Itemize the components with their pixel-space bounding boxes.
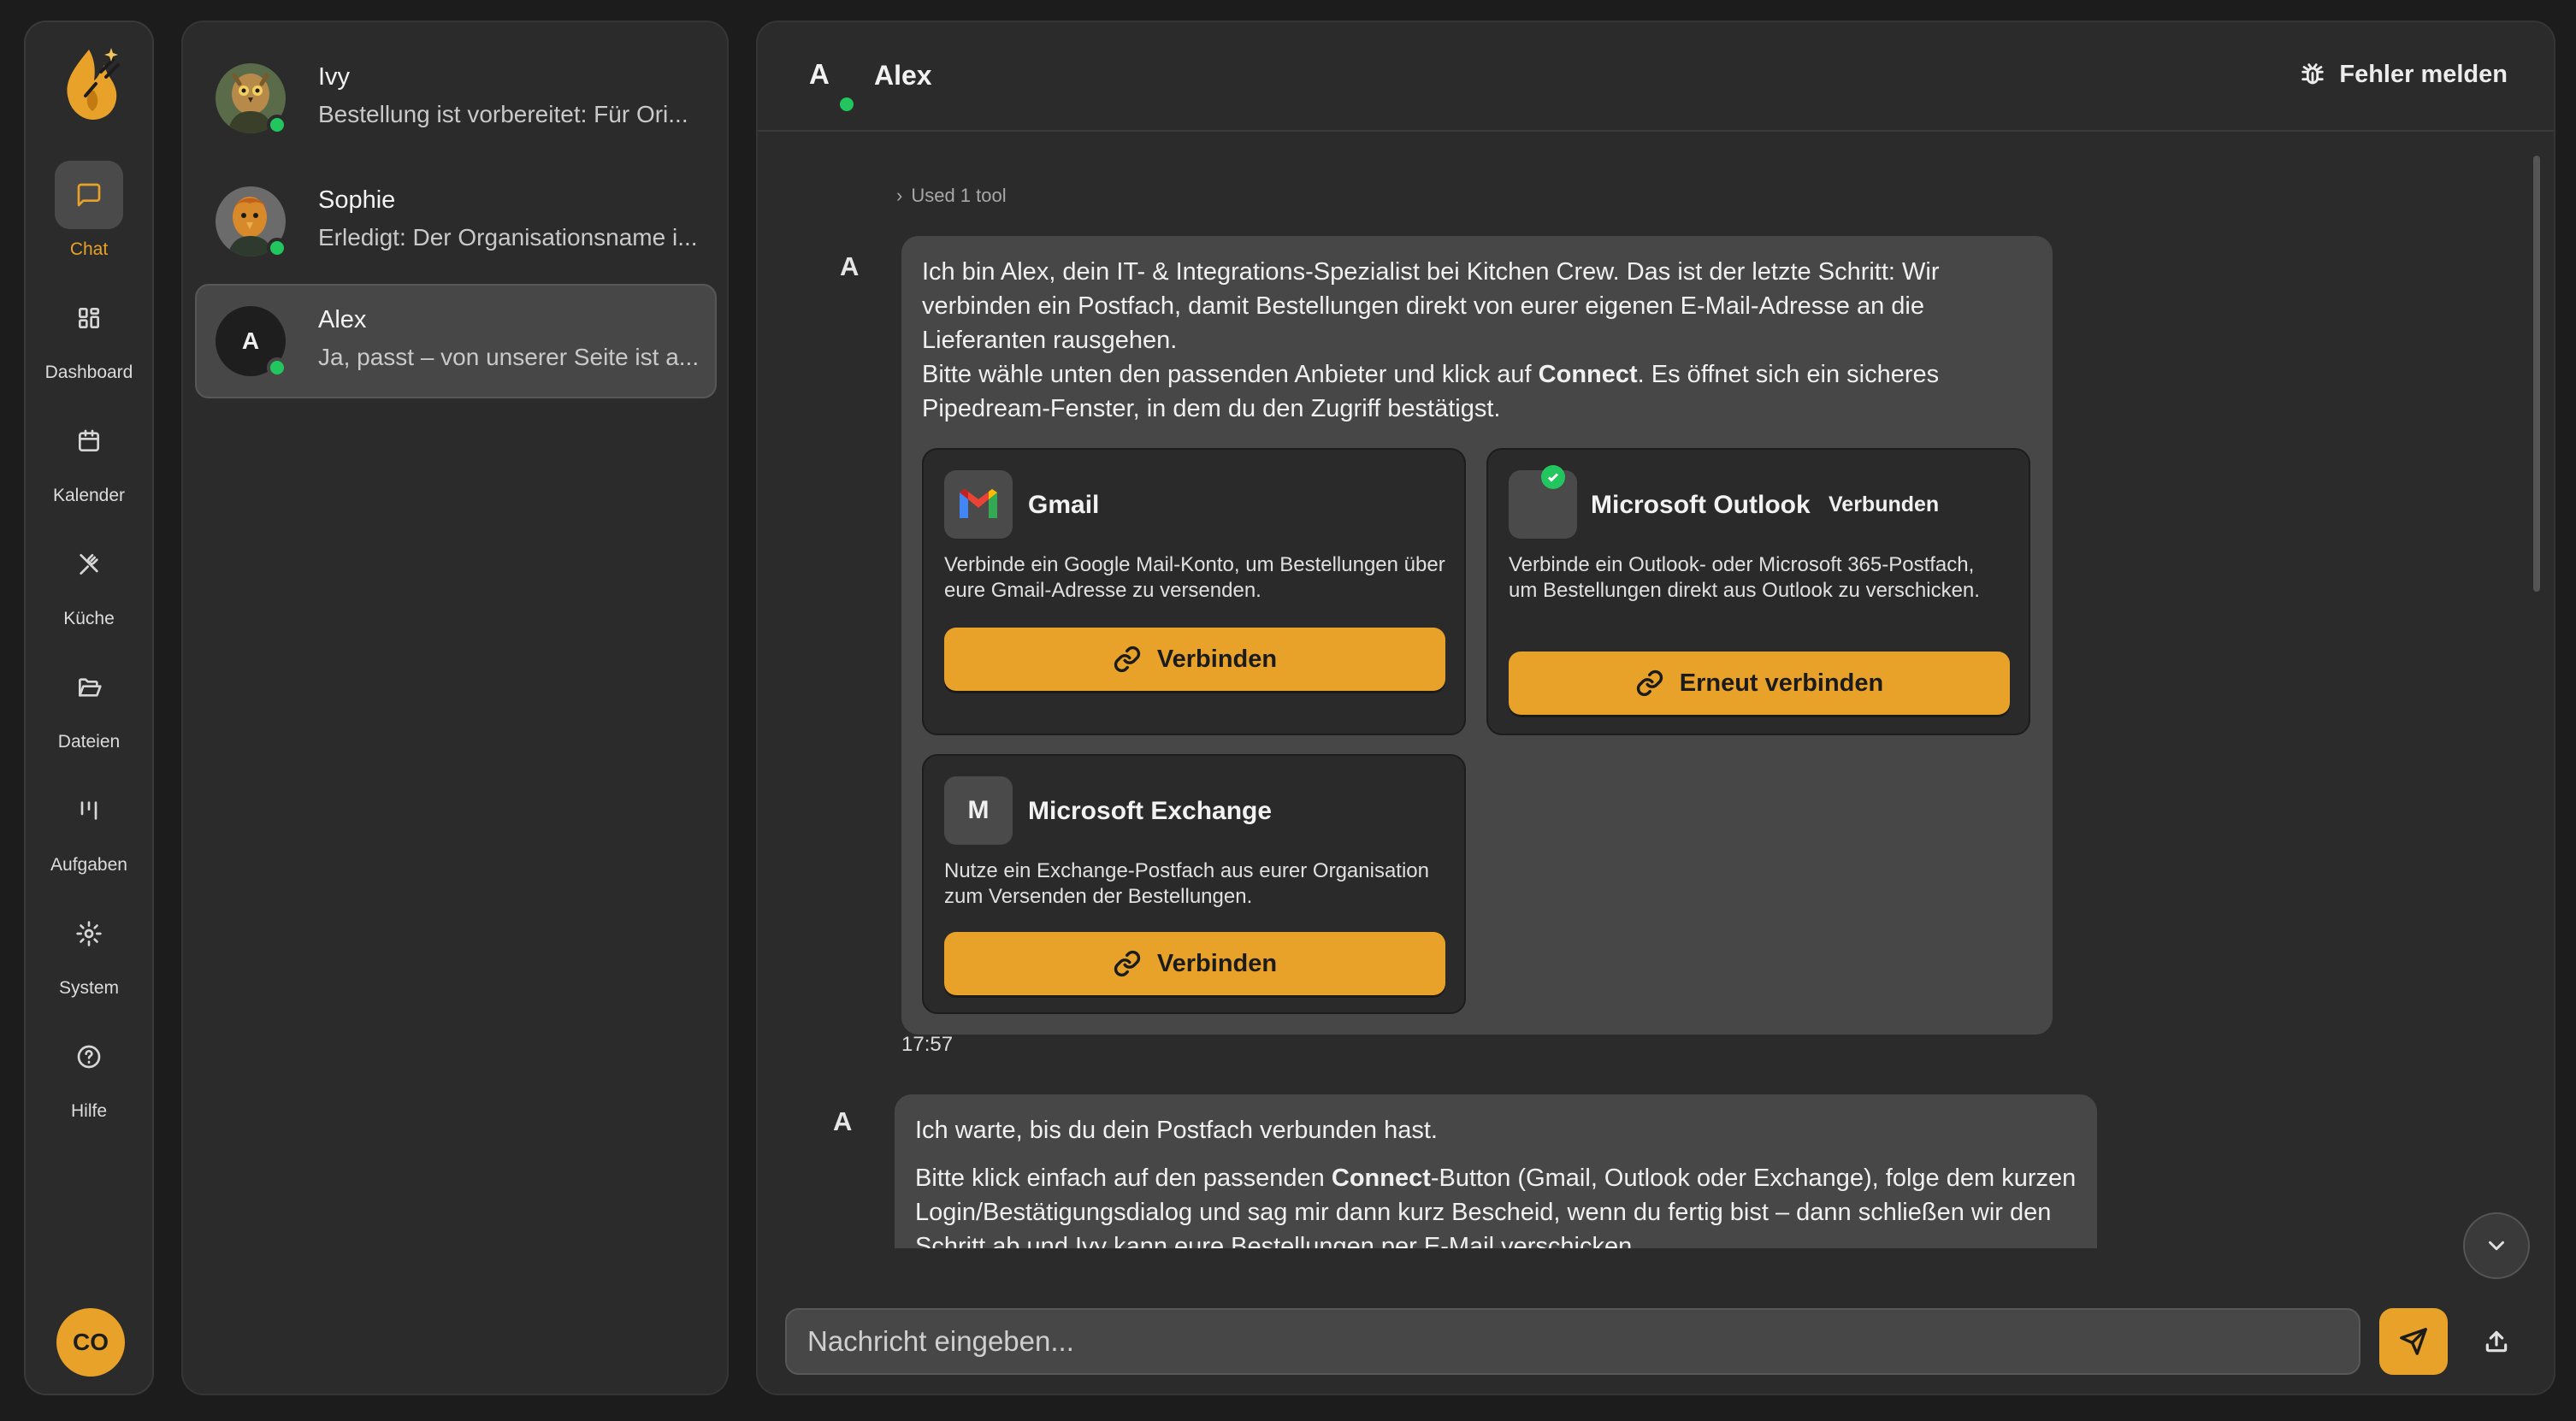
message-bubble: Ich warte, bis du dein Postfach verbunde…	[895, 1094, 2097, 1248]
conversation-item-sophie[interactable]: Sophie Erledigt: Der Organisationsname i…	[195, 164, 717, 279]
chat-header: A Alex Fehler melden	[758, 22, 2554, 132]
nav-item-kalender[interactable]: Kalender	[26, 407, 152, 518]
nav-label: Kalender	[52, 486, 126, 505]
kanban-icon	[80, 801, 97, 820]
nav-item-chat[interactable]: Chat	[26, 161, 152, 272]
online-status-dot	[267, 238, 287, 258]
message-square-icon	[77, 183, 101, 207]
provider-name: Microsoft Outlook	[1591, 491, 1811, 519]
connection-status: Verbunden	[1829, 492, 1940, 516]
nav-rail: Chat Dashboard Kalender Küche Dateien Au…	[24, 21, 154, 1395]
user-avatar[interactable]: CO	[56, 1308, 125, 1377]
help-circle-icon	[77, 1045, 101, 1069]
used-tool-toggle[interactable]: › Used 1 tool	[896, 185, 1007, 207]
message-text: Ich bin Alex, dein IT- & Integrations-Sp…	[922, 258, 1940, 354]
bug-icon	[2301, 63, 2325, 85]
provider-description: Nutze ein Exchange-Postfach aus eurer Or…	[944, 859, 1429, 908]
chevron-right-icon: ›	[896, 185, 903, 206]
exchange-icon: M	[944, 776, 1013, 845]
chat-title: Alex	[874, 60, 932, 91]
send-button[interactable]	[2379, 1308, 2448, 1375]
provider-name: Gmail	[1028, 491, 1100, 519]
calendar-icon	[79, 429, 99, 451]
chat-panel: A Alex Fehler melden › Used 1 tool A Ich…	[756, 21, 2555, 1395]
button-label: Verbinden	[1156, 949, 1278, 977]
conversation-name: Ivy	[318, 63, 351, 91]
message-avatar: A	[833, 1106, 853, 1136]
send-icon	[2400, 1328, 2427, 1355]
nav-label: Chat	[69, 239, 109, 259]
conversation-item-alex[interactable]: A Alex Ja, passt – von unserer Seite ist…	[195, 284, 717, 398]
provider-card-exchange: M Microsoft Exchange Nutze ein Exchange-…	[922, 754, 1466, 1014]
nav-item-aufgaben[interactable]: Aufgaben	[26, 776, 152, 887]
provider-name: Microsoft Exchange	[1028, 797, 1273, 825]
utensils-icon	[80, 554, 98, 575]
connect-exchange-button[interactable]: Verbinden	[944, 932, 1445, 995]
conversation-preview: Ja, passt – von unserer Seite ist a...	[318, 344, 700, 370]
button-label: Verbinden	[1156, 645, 1278, 673]
nav-label: Hilfe	[70, 1101, 107, 1121]
nav-item-kueche[interactable]: Küche	[26, 530, 152, 641]
chevron-down-icon	[2489, 1241, 2504, 1251]
conversation-preview: Bestellung ist vorbereitet: Für Ori...	[318, 101, 688, 127]
conversation-list: Ivy Bestellung ist vorbereitet: Für Ori.…	[181, 21, 729, 1395]
link-icon	[1636, 669, 1663, 697]
provider-description: Verbinde ein Outlook- oder Microsoft 365…	[1509, 553, 1980, 602]
provider-description: Verbinde ein Google Mail-Konto, um Beste…	[944, 553, 1445, 602]
gear-icon	[76, 921, 102, 946]
nav-item-system[interactable]: System	[26, 899, 152, 1011]
message-list[interactable]: › Used 1 tool A Ich bin Alex, dein IT- &…	[758, 133, 2554, 1248]
conversation-item-ivy[interactable]: Ivy Bestellung ist vorbereitet: Für Ori.…	[195, 41, 717, 156]
upload-icon	[2485, 1330, 2508, 1353]
nav-item-hilfe[interactable]: Hilfe	[26, 1023, 152, 1134]
dashboard-grid-icon	[79, 308, 99, 328]
link-icon	[1114, 646, 1141, 673]
folder-open-icon	[79, 678, 102, 697]
nav-label: Dateien	[57, 732, 121, 752]
online-status-dot	[267, 357, 287, 378]
scrollbar[interactable]	[2533, 156, 2540, 592]
message-bubble: Ich bin Alex, dein IT- & Integrations-Sp…	[901, 236, 2053, 1035]
nav-label: Küche	[63, 609, 115, 628]
used-tool-label: Used 1 tool	[911, 185, 1007, 206]
provider-card-gmail: Gmail Verbinde ein Google Mail-Konto, um…	[922, 448, 1466, 735]
nav-label: Aufgaben	[50, 855, 127, 875]
message-text: Bitte wähle unten den passenden Anbieter…	[922, 361, 1940, 422]
conversation-name: Alex	[318, 306, 367, 333]
message-text: Bitte klick einfach auf den passenden Co…	[915, 1165, 2077, 1248]
nav-label: System	[58, 978, 119, 998]
report-bug-label: Fehler melden	[2339, 60, 2508, 88]
scroll-to-bottom-button[interactable]	[2463, 1212, 2530, 1279]
message-avatar: A	[840, 251, 860, 281]
conversation-preview: Erledigt: Der Organisationsname i...	[318, 224, 698, 251]
app-logo-icon[interactable]	[56, 43, 125, 125]
nav-item-dateien[interactable]: Dateien	[26, 653, 152, 764]
provider-card-outlook: Microsoft Outlook Verbunden Verbinde ein…	[1486, 448, 2030, 735]
nav-item-dashboard[interactable]: Dashboard	[26, 284, 152, 395]
upload-button[interactable]	[2468, 1313, 2525, 1370]
message-timestamp: 17:57	[901, 1033, 954, 1056]
message-input[interactable]	[785, 1308, 2360, 1375]
link-icon	[1114, 950, 1141, 977]
gmail-icon	[944, 470, 1013, 539]
check-icon	[1541, 465, 1565, 489]
button-label: Erneut verbinden	[1679, 669, 1884, 697]
report-bug-button[interactable]: Fehler melden	[2298, 60, 2508, 89]
online-status-dot	[836, 94, 857, 115]
chat-avatar: A	[809, 58, 830, 90]
connect-gmail-button[interactable]: Verbinden	[944, 628, 1445, 691]
reconnect-outlook-button[interactable]: Erneut verbinden	[1509, 652, 2010, 715]
online-status-dot	[267, 115, 287, 135]
nav-label: Dashboard	[44, 363, 133, 382]
conversation-name: Sophie	[318, 186, 396, 214]
message-text: Ich warte, bis du dein Postfach verbunde…	[915, 1117, 1438, 1144]
